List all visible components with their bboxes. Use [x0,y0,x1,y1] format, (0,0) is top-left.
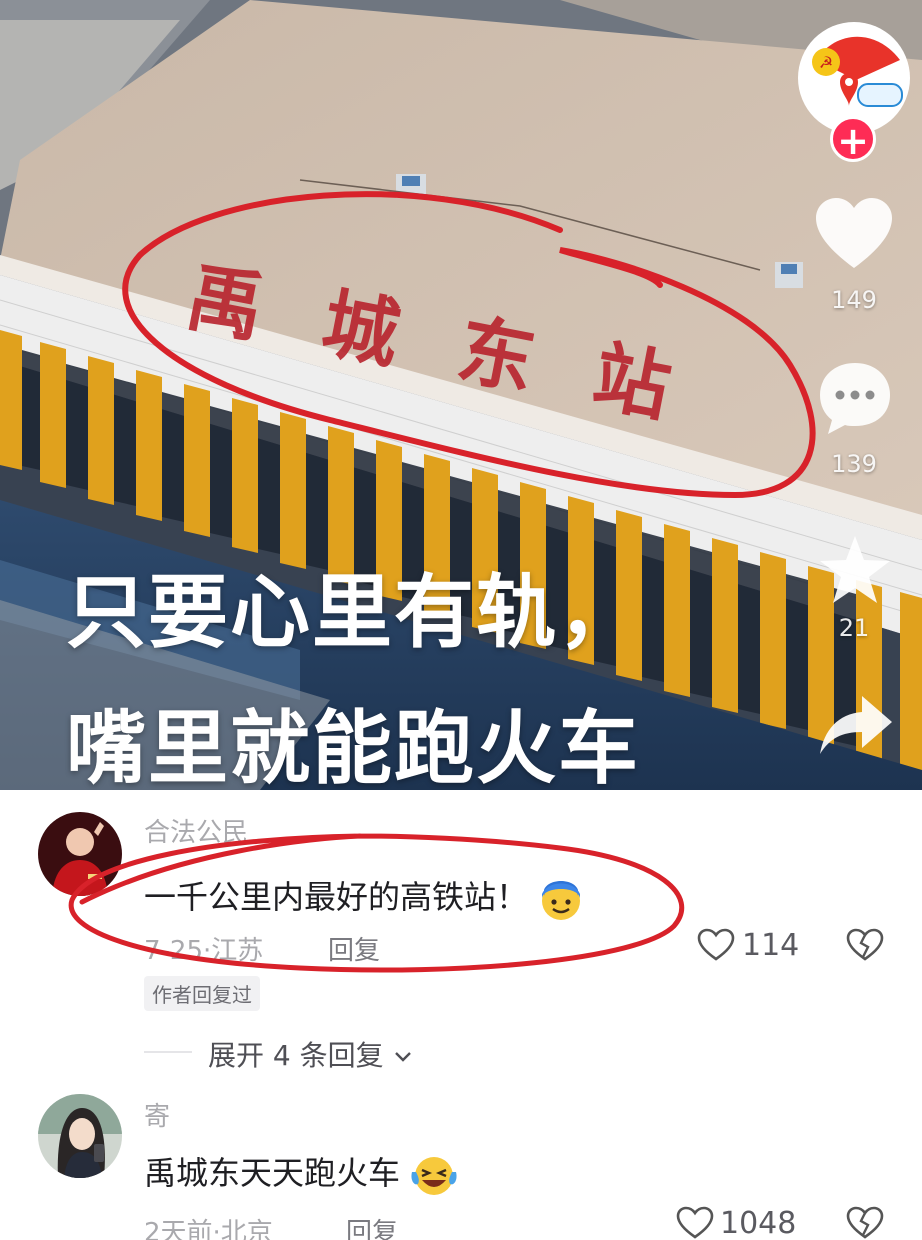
follow-button[interactable]: + [830,116,876,163]
chevron-down-icon [394,1052,411,1062]
video-player[interactable]: 禹城东站 只要心里有轨， 嘴里就能跑火车 ☭ + 149 139 21 [0,0,922,790]
comment-username[interactable]: 寄 [144,1096,170,1133]
comment-count: 139 [831,450,877,478]
like-count: 149 [831,286,877,314]
screenshot: 禹城东站 只要心里有轨， 嘴里就能跑火车 ☭ + 149 139 21 合法公民… [0,0,922,1240]
favorite-count: 21 [838,614,870,642]
reply-button[interactable]: 回复 [346,1212,398,1240]
caption-line-1: 只要心里有轨， [66,566,640,659]
star-icon[interactable] [818,534,892,606]
broken-heart-icon[interactable] [846,1206,884,1240]
svg-text:☭: ☭ [819,53,833,72]
laughing-crying-icon [411,1157,457,1195]
author-replied-badge: 作者回复过 [144,976,260,1011]
comment-like-count: 1048 [720,1206,797,1240]
comment-highlight-circle [68,833,685,973]
heart-icon[interactable] [814,196,894,272]
comment-date-location: 2天前·北京 [144,1218,273,1240]
caption-line-2: 嘴里就能跑火车 [66,702,640,790]
heart-outline-icon[interactable] [676,1206,714,1240]
divider [144,1051,192,1053]
comment-text-body: 禹城东天天跑火车 [144,1154,401,1192]
highlight-circle [122,191,816,499]
comment-text: 禹城东天天跑火车 [144,1148,458,1198]
comment-section: 合法公民 一千公里内最好的高铁站！ 7-25·江苏 回复 114 作者回复过 展… [0,790,922,1240]
heart-outline-icon[interactable] [697,928,735,962]
avatar[interactable] [38,1094,122,1178]
share-icon[interactable] [818,692,894,756]
expand-replies-label: 展开 4 条回复 [208,1039,384,1072]
broken-heart-icon[interactable] [846,928,884,962]
comment-bubble-icon[interactable] [818,360,892,436]
expand-replies-button[interactable]: 展开 4 条回复 [208,1034,413,1074]
comment-like-count: 114 [742,928,800,963]
